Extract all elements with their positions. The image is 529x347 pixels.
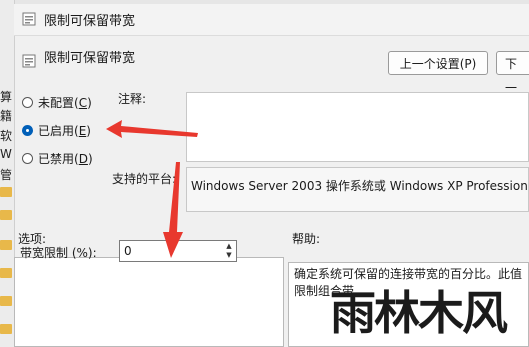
- arrow-to-enabled-icon: [106, 120, 198, 138]
- arrow-to-bandwidth-icon: [163, 162, 183, 258]
- watermark-logo: 雨林木风: [330, 286, 508, 340]
